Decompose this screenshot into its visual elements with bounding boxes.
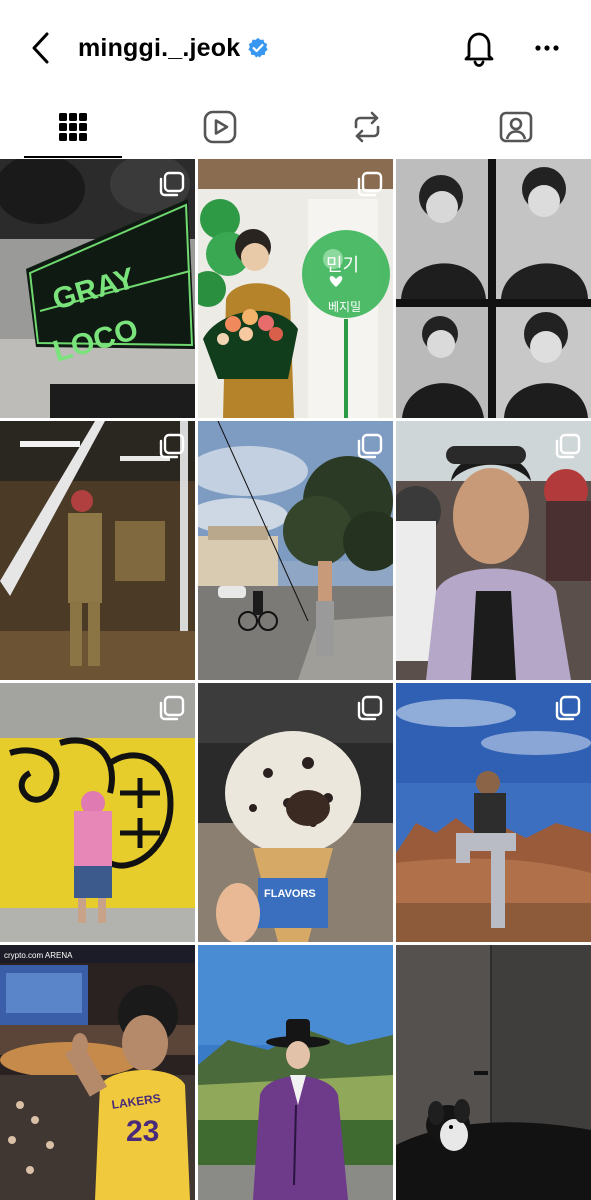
carousel-indicator-icon bbox=[555, 695, 581, 721]
post-image bbox=[0, 421, 195, 680]
post-tile[interactable]: crypto.com ARENA LAKERS 23 bbox=[0, 945, 195, 1200]
carousel-indicator-icon bbox=[159, 695, 185, 721]
post-grid: GRAY LOCO 민기 베지밀 FLAVORS crypto.com AREN… bbox=[0, 158, 591, 1200]
username: minggi._.jeok bbox=[78, 33, 241, 62]
chevron-left-icon[interactable] bbox=[26, 30, 58, 66]
post-image bbox=[198, 945, 393, 1200]
post-image bbox=[198, 421, 393, 680]
post-image bbox=[396, 421, 591, 680]
jersey-number-text: 23 bbox=[126, 1115, 159, 1148]
post-tile[interactable]: GRAY LOCO bbox=[0, 159, 195, 418]
post-image: 민기 베지밀 bbox=[198, 159, 393, 418]
username-wrap: minggi._.jeok bbox=[78, 30, 269, 66]
profile-header: minggi._.jeok bbox=[0, 0, 591, 96]
post-tile[interactable] bbox=[396, 683, 591, 942]
ellipsis-icon[interactable] bbox=[530, 34, 564, 62]
tab-reels[interactable] bbox=[171, 96, 269, 158]
carousel-indicator-icon bbox=[357, 171, 383, 197]
post-tile[interactable] bbox=[396, 945, 591, 1200]
carousel-indicator-icon bbox=[357, 433, 383, 459]
carousel-indicator-icon bbox=[159, 433, 185, 459]
balloon-text-top: 민기 bbox=[326, 255, 359, 276]
carousel-indicator-icon bbox=[159, 171, 185, 197]
tab-tagged[interactable] bbox=[467, 96, 565, 158]
post-image bbox=[0, 683, 195, 942]
post-tile[interactable] bbox=[0, 683, 195, 942]
balloon-text-bottom: 베지밀 bbox=[328, 300, 361, 314]
carousel-indicator-icon bbox=[357, 695, 383, 721]
post-tile[interactable]: FLAVORS bbox=[198, 683, 393, 942]
grid-icon bbox=[59, 113, 87, 141]
verified-badge-icon bbox=[248, 37, 268, 58]
post-image: GRAY LOCO bbox=[0, 159, 195, 418]
post-image bbox=[396, 945, 591, 1200]
carousel-indicator-icon bbox=[555, 433, 581, 459]
tagged-icon bbox=[499, 111, 533, 143]
post-image: crypto.com ARENA LAKERS 23 bbox=[0, 945, 195, 1200]
post-tile[interactable] bbox=[198, 421, 393, 680]
reels-icon bbox=[203, 110, 237, 144]
bell-icon[interactable] bbox=[460, 28, 498, 68]
post-tile[interactable] bbox=[198, 945, 393, 1200]
tab-posts[interactable] bbox=[24, 96, 122, 158]
arena-banner-text: crypto.com ARENA bbox=[4, 951, 73, 960]
post-tile[interactable] bbox=[396, 159, 591, 418]
post-tile[interactable] bbox=[396, 421, 591, 680]
post-image bbox=[396, 159, 591, 418]
post-tile[interactable]: 민기 베지밀 bbox=[198, 159, 393, 418]
post-tile[interactable] bbox=[0, 421, 195, 680]
repost-icon bbox=[354, 111, 380, 143]
content-tabs bbox=[0, 96, 591, 158]
post-image bbox=[396, 683, 591, 942]
tab-reposts[interactable] bbox=[318, 96, 416, 158]
post-image: FLAVORS bbox=[198, 683, 393, 942]
cone-sleeve-text: FLAVORS bbox=[264, 888, 316, 900]
